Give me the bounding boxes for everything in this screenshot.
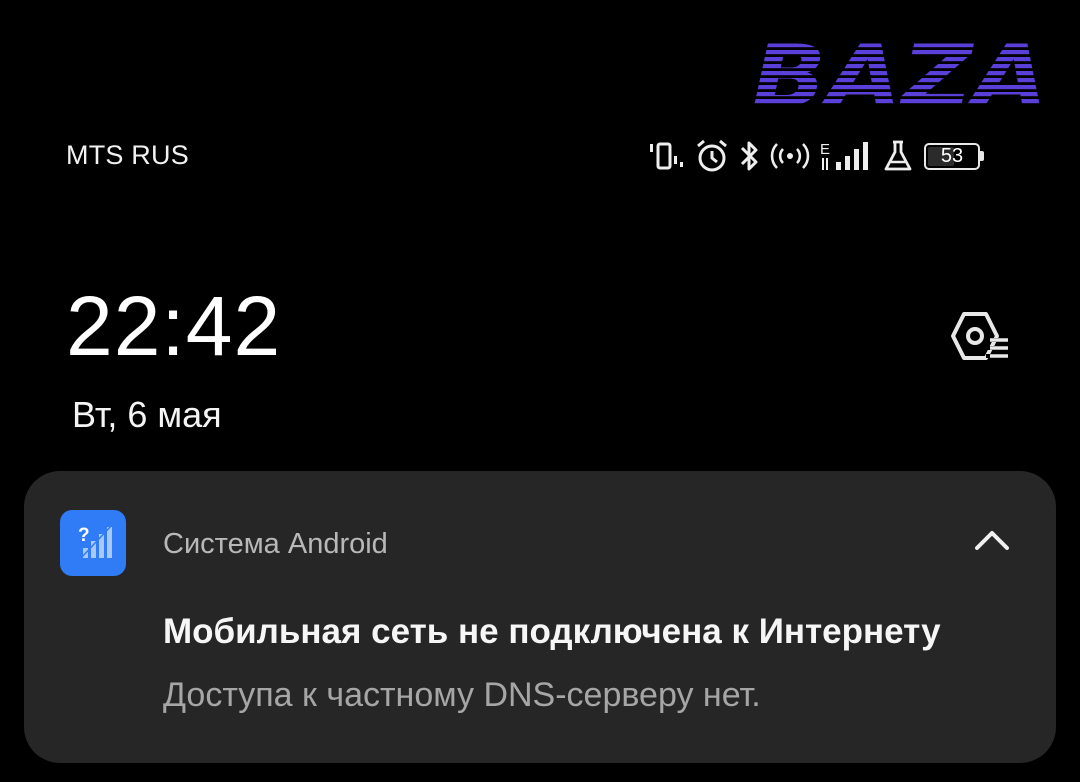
clock-date: Вт, 6 мая bbox=[72, 394, 222, 435]
vibrate-icon bbox=[650, 142, 683, 170]
notification-title: Мобильная сеть не подключена к Интернету bbox=[163, 612, 941, 651]
chevron-up-icon[interactable] bbox=[972, 527, 1012, 553]
network-type-label: E bbox=[820, 141, 830, 158]
status-icons: E 53 bbox=[646, 136, 984, 176]
notification-card[interactable]: ? Система Android Мобильная сеть не подк… bbox=[24, 471, 1056, 763]
notification-app-name: Система Android bbox=[163, 528, 388, 560]
svg-text:?: ? bbox=[78, 525, 90, 546]
battery-nub bbox=[980, 151, 984, 161]
bluetooth-icon bbox=[740, 141, 758, 171]
hotspot-icon bbox=[770, 143, 810, 169]
notification-body: Доступа к частному DNS-серверу нет. bbox=[163, 676, 761, 714]
signal-icon: E bbox=[820, 141, 868, 170]
lab-icon bbox=[884, 140, 912, 171]
baza-watermark-logo: BAZA bbox=[752, 36, 1048, 122]
alarm-icon bbox=[697, 139, 727, 172]
no-internet-signal-icon: ? bbox=[60, 510, 126, 576]
battery-icon: 53 bbox=[924, 142, 980, 170]
clock-time: 22:42 bbox=[66, 279, 282, 373]
carrier-name: MTS RUS bbox=[66, 140, 189, 170]
svg-text:BAZA: BAZA bbox=[752, 36, 1048, 122]
battery-level: 53 bbox=[940, 144, 964, 167]
lockscreen-settings-icon[interactable] bbox=[946, 308, 1010, 364]
